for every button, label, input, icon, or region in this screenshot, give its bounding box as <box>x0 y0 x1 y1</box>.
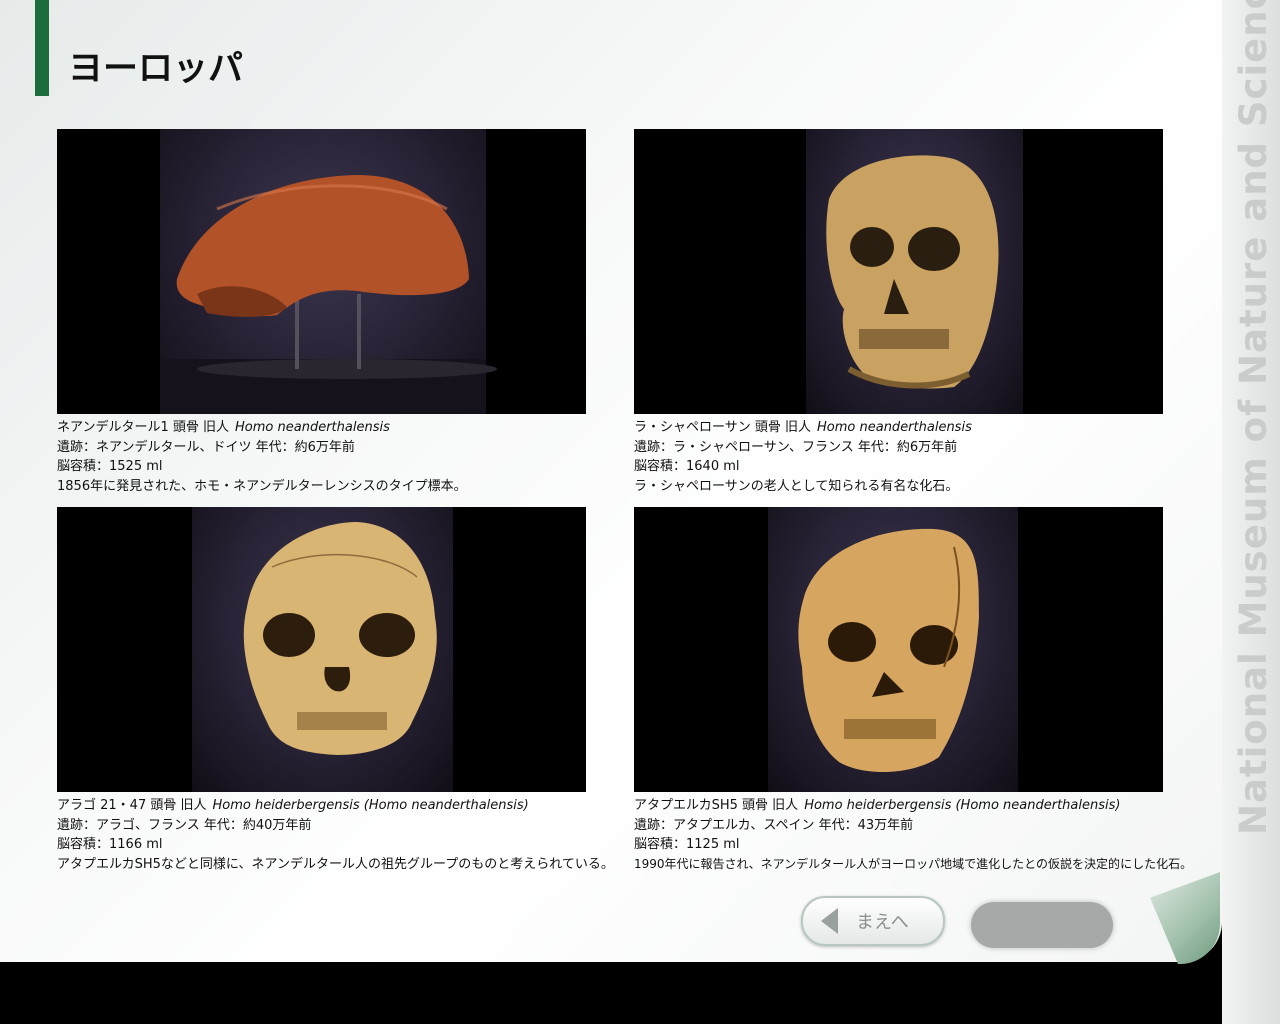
page-title: ヨーロッパ <box>68 49 244 89</box>
specimen-brain-volume: 脳容積：1125 ml <box>634 837 740 852</box>
specimen-scientific-name: Homo neanderthalensis <box>235 420 390 435</box>
specimen-site: 遺跡：ネアンデルタール、ドイツ 年代：約6万年前 <box>57 439 355 455</box>
specimen-note: 1856年に発見された、ホモ・ネアンデルターレンシスのタイプ標本。 <box>57 478 467 494</box>
specimen-card-2: ラ・シャペローサン 頭骨 旧人 Homo neanderthalensis 遺跡：… <box>634 129 1194 496</box>
specimen-name: アラゴ 21・47 頭骨 旧人 <box>57 798 207 813</box>
specimen-card-4: アタプエルカSH5 頭骨 旧人 Homo heiderbergensis (Hom… <box>634 507 1194 874</box>
specimen-photo-3[interactable] <box>57 507 586 792</box>
specimen-site: 遺跡：ラ・シャペローサン、フランス 年代：約6万年前 <box>634 439 958 455</box>
specimen-name: アタプエルカSH5 頭骨 旧人 <box>634 798 799 813</box>
specimen-note: 1990年代に報告され、ネアンデルタール人がヨーロッパ地域で進化したとの仮説を決… <box>634 856 1193 871</box>
specimen-scientific-name: Homo neanderthalensis <box>817 420 972 435</box>
title-accent-bar <box>35 0 49 96</box>
specimen-name: ラ・シャペローサン 頭骨 旧人 <box>634 420 812 435</box>
specimen-scientific-name: Homo heiderbergensis (Homo neanderthalen… <box>804 798 1121 813</box>
specimen-scientific-name: Homo heiderbergensis (Homo neanderthalen… <box>212 798 529 813</box>
specimen-site: 遺跡：アラゴ、フランス 年代：約40万年前 <box>57 817 312 833</box>
skull-image-atapuerca <box>798 528 979 773</box>
specimen-site: 遺跡：アタプエルカ、スペイン 年代：43万年前 <box>634 817 914 833</box>
specimen-note: ラ・シャペローサンの老人として知られる有名な化石。 <box>634 478 959 494</box>
skull-image-arago <box>243 522 437 755</box>
specimen-brain-volume: 脳容積：1640 ml <box>634 459 740 474</box>
skull-image-la-chapelle <box>826 155 999 389</box>
specimen-note: アタプエルカSH5などと同様に、ネアンデルタール人の祖先グループのものと考えられ… <box>57 856 614 872</box>
skull-image-neanderthal-1 <box>160 175 497 414</box>
next-button-disabled <box>971 902 1113 948</box>
specimen-photo-2[interactable] <box>634 129 1163 414</box>
specimen-card-3: アラゴ 21・47 頭骨 旧人 Homo heiderbergensis (Hom… <box>57 507 617 874</box>
specimen-photo-4[interactable] <box>634 507 1163 792</box>
specimen-brain-volume: 脳容積：1525 ml <box>57 459 163 474</box>
prev-button-label: まえへ <box>856 912 909 933</box>
specimen-caption-1: ネアンデルタール1 頭骨 旧人 Homo neanderthalensis 遺跡：… <box>57 418 617 496</box>
specimen-brain-volume: 脳容積：1166 ml <box>57 837 163 852</box>
content-page: ヨーロッパ ネアンデルタール1 頭骨 旧人 Homo neanderthalens… <box>0 0 1222 962</box>
specimen-card-1: ネアンデルタール1 頭骨 旧人 Homo neanderthalensis 遺跡：… <box>57 129 617 496</box>
prev-button[interactable]: まえへ <box>801 896 945 946</box>
left-arrow-icon <box>821 908 838 934</box>
specimen-name: ネアンデルタール1 頭骨 旧人 <box>57 420 230 435</box>
specimen-caption-2: ラ・シャペローサン 頭骨 旧人 Homo neanderthalensis 遺跡：… <box>634 418 1194 496</box>
museum-name-label: National Museum of Nature and Science <box>1232 0 1275 835</box>
specimen-photo-1[interactable] <box>57 129 586 414</box>
specimen-caption-4: アタプエルカSH5 頭骨 旧人 Homo heiderbergensis (Hom… <box>634 796 1194 874</box>
specimen-caption-3: アラゴ 21・47 頭骨 旧人 Homo heiderbergensis (Hom… <box>57 796 617 874</box>
